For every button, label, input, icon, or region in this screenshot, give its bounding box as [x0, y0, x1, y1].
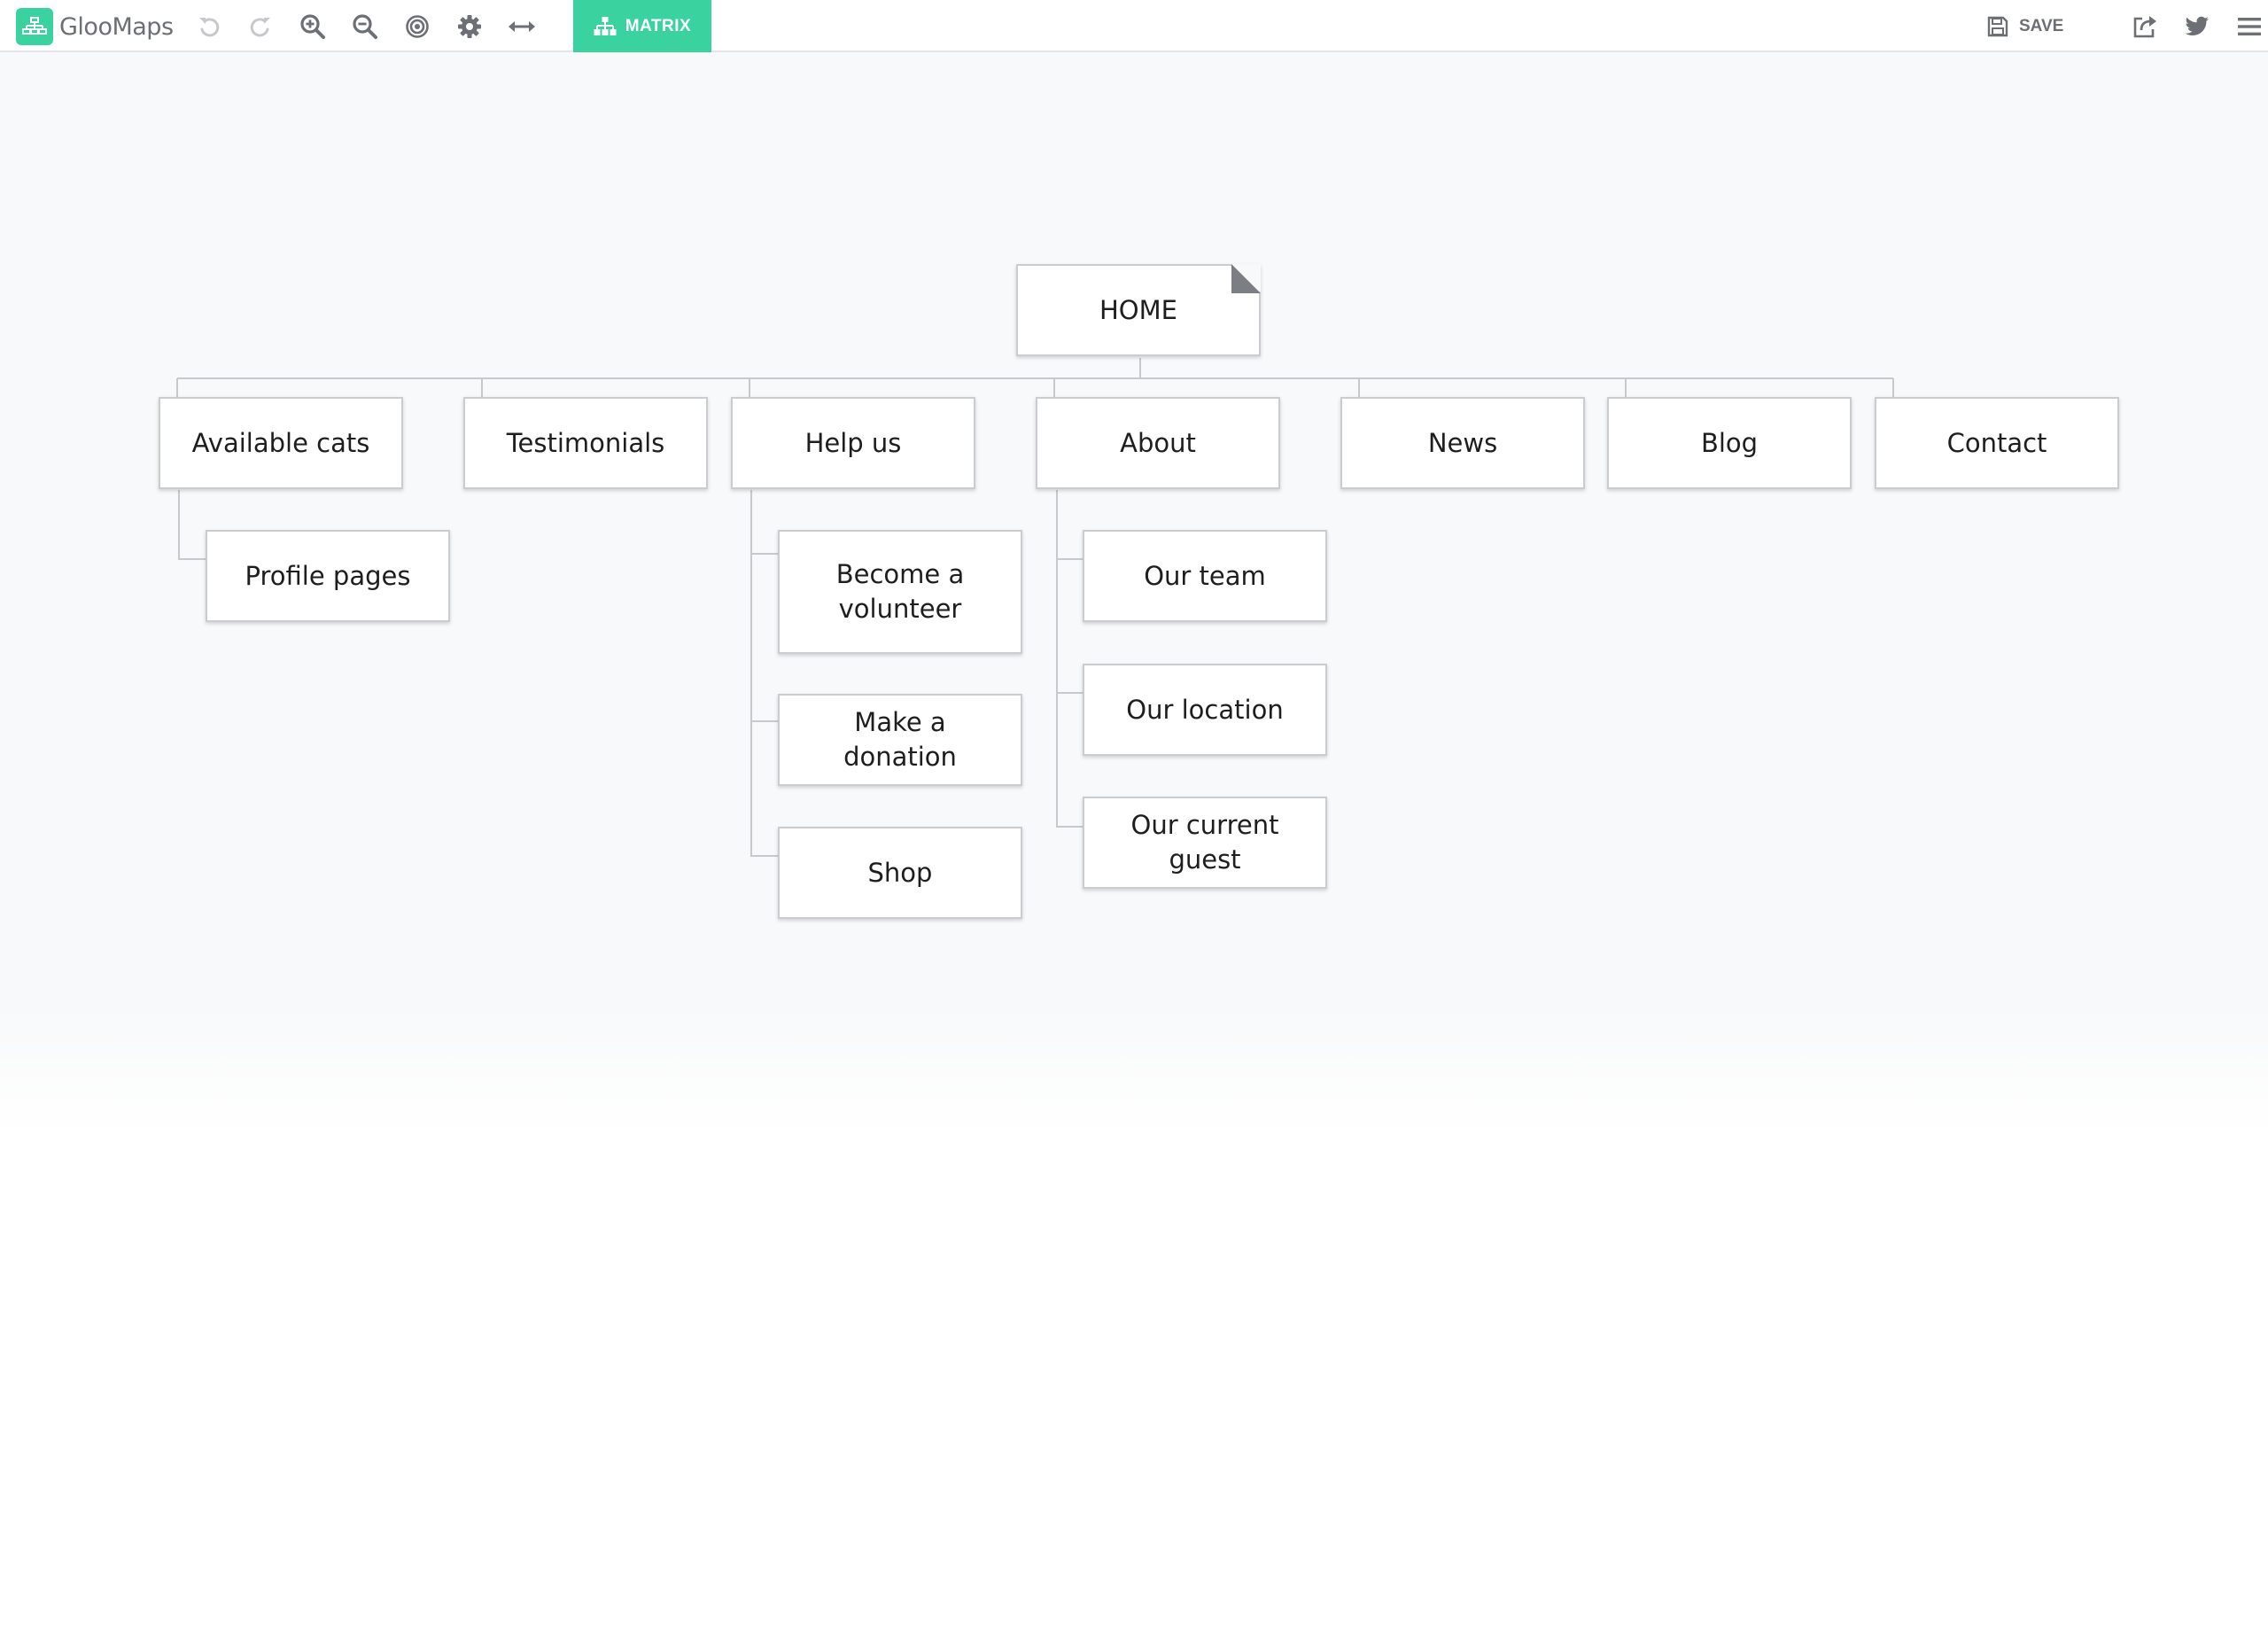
gear-icon — [458, 15, 481, 38]
sitemap-node-label: Make a donation — [843, 707, 957, 772]
sitemap-node-our-location[interactable]: Our location — [1083, 664, 1327, 756]
center-button[interactable] — [401, 11, 433, 43]
sitemap-node-make-a-donation[interactable]: Make a donation — [778, 694, 1022, 786]
sitemap-node-our-current-guest[interactable]: Our current guest — [1083, 797, 1327, 889]
sitemap-node-label: Available cats — [191, 427, 370, 458]
sitemap-node-label: HOME — [1099, 294, 1177, 325]
sitemap-node-label: Blog — [1700, 427, 1759, 458]
redo-button[interactable] — [245, 11, 276, 43]
sitemap-node-label: Shop — [867, 857, 933, 888]
sitemap-node-label: Contact — [1946, 427, 2047, 458]
undo-icon — [199, 18, 220, 37]
sitemap-node-profile-pages[interactable]: Profile pages — [206, 530, 450, 622]
save-label: SAVE — [2019, 17, 2064, 35]
share-button[interactable] — [2128, 10, 2162, 43]
sitemap-node-label: Become a volunteer — [835, 559, 965, 624]
sitemap-node-label: About — [1120, 427, 1196, 458]
sitemap-node-help-us[interactable]: Help us — [731, 397, 975, 489]
sitemap-node-label: Our team — [1144, 560, 1266, 591]
sitemap-node-label: Help us — [804, 427, 902, 458]
sitemap-node-label: Profile pages — [245, 560, 411, 591]
matrix-label: MATRIX — [625, 16, 692, 35]
sitemap-node-become-a-volunteer[interactable]: Become a volunteer — [778, 530, 1022, 654]
zoom-out-icon — [353, 14, 377, 39]
sitemap-canvas[interactable]: HOME Available cats Profile pages Testim… — [0, 52, 2268, 1641]
toolbar: GlooMaps MATRIX SAVE — [0, 0, 2268, 52]
sitemap-node-label: News — [1427, 427, 1498, 458]
zoom-in-icon — [300, 14, 325, 39]
sitemap-node-label: Testimonials — [506, 427, 665, 458]
sitemap-node-blog[interactable]: Blog — [1607, 397, 1852, 489]
target-icon — [406, 15, 429, 38]
logo[interactable]: GlooMaps — [16, 8, 174, 45]
share-icon — [2133, 16, 2156, 38]
undo-button[interactable] — [193, 11, 225, 43]
fit-width-button[interactable] — [506, 11, 538, 43]
sitemap-node-shop[interactable]: Shop — [778, 827, 1022, 919]
matrix-view-button[interactable]: MATRIX — [573, 0, 711, 52]
sitemap-node-contact[interactable]: Contact — [1875, 397, 2119, 489]
sitemap-node-home[interactable]: HOME — [1016, 264, 1261, 356]
floppy-disk-icon — [1987, 16, 2008, 37]
sitemap-node-our-team[interactable]: Our team — [1083, 530, 1327, 622]
sitemap-node-available-cats[interactable]: Available cats — [159, 397, 403, 489]
menu-icon — [2238, 18, 2261, 35]
connector-help-us-children — [750, 490, 778, 857]
connector-about-children — [1056, 490, 1083, 828]
sitemap-node-label: Our current guest — [1130, 810, 1279, 875]
zoom-in-button[interactable] — [297, 11, 329, 43]
twitter-button[interactable] — [2180, 10, 2214, 43]
sitemap-node-news[interactable]: News — [1340, 397, 1585, 489]
logo-sitemap-icon — [16, 8, 53, 45]
redo-icon — [250, 18, 270, 37]
menu-button[interactable] — [2233, 10, 2266, 43]
settings-button[interactable] — [454, 11, 485, 43]
sitemap-node-about[interactable]: About — [1036, 397, 1280, 489]
connector-profile-pages — [178, 490, 206, 560]
save-button[interactable]: SAVE — [1987, 12, 2063, 41]
sitemap-node-label: Our location — [1126, 694, 1284, 725]
zoom-out-button[interactable] — [349, 11, 381, 43]
sitemap-node-testimonials[interactable]: Testimonials — [463, 397, 708, 489]
sitemap-icon — [594, 16, 617, 35]
app-name: GlooMaps — [59, 12, 174, 41]
expand-horizontal-icon — [509, 21, 535, 32]
twitter-icon — [2185, 16, 2209, 35]
page-fold-icon — [1231, 264, 1261, 293]
